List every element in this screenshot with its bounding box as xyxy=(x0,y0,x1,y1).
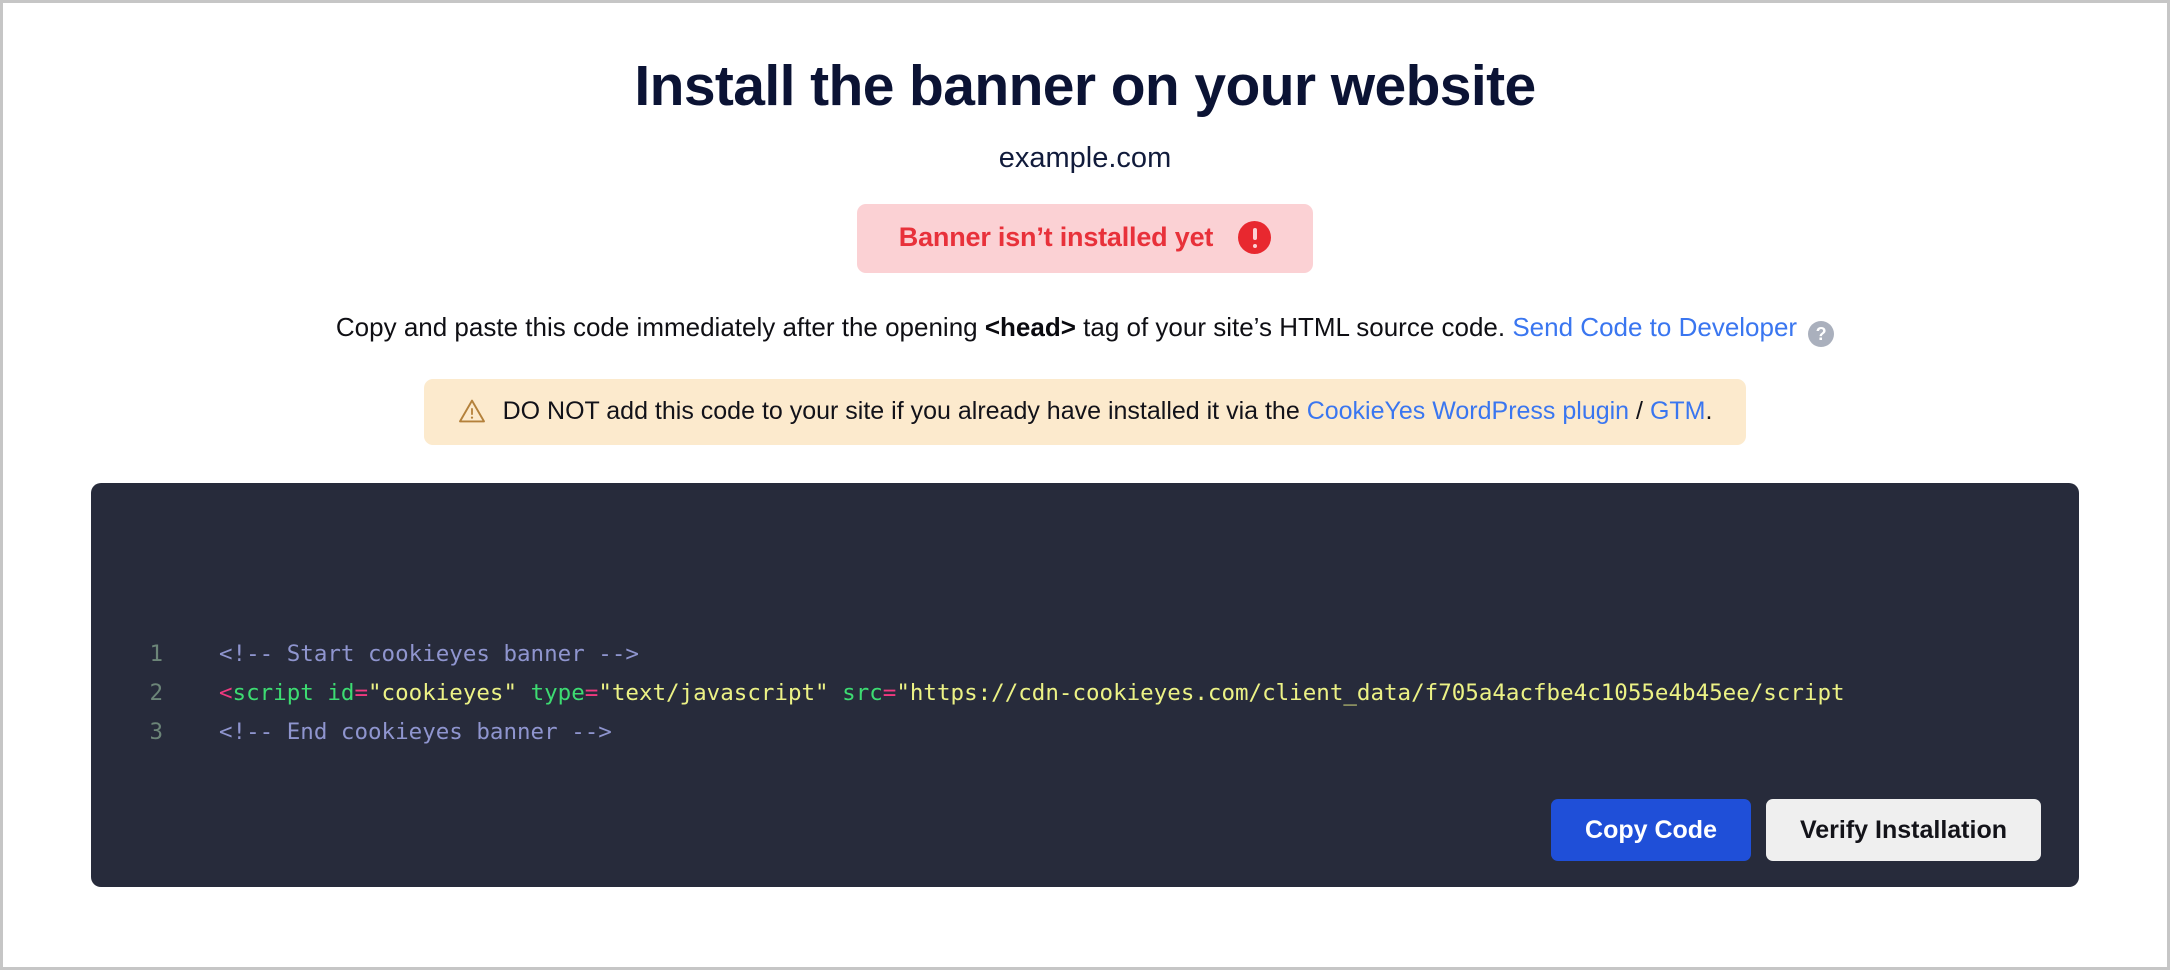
warning-text-after: . xyxy=(1705,396,1713,425)
site-domain: example.com xyxy=(998,141,1172,174)
code-line: 3 <!-- End cookieyes banner --> xyxy=(91,713,2079,752)
code-token-eq: = xyxy=(882,679,897,706)
warning-row: DO NOT add this code to your site if you… xyxy=(3,378,2167,445)
code-line: 2 <script id="cookieyes" type="text/javas… xyxy=(91,674,2079,713)
gtm-link[interactable]: GTM xyxy=(1650,397,1706,425)
instruction-suffix: tag of your site’s HTML source code. xyxy=(1075,311,1513,342)
code-token-attr: id xyxy=(327,679,355,706)
code-token-string: "cookieyes" xyxy=(368,679,518,706)
warning-triangle-icon xyxy=(458,398,486,424)
code-line-text: <script id="cookieyes" type="text/javasc… xyxy=(219,680,1845,706)
warning-text-before: DO NOT add this code to your site if you… xyxy=(502,396,1307,425)
code-line-number: 3 xyxy=(149,718,163,745)
cookieyes-wordpress-plugin-link[interactable]: CookieYes WordPress plugin xyxy=(1307,397,1629,425)
page-title: Install the banner on your website xyxy=(634,54,1536,118)
status-badge: Banner isn’t installed yet xyxy=(856,203,1314,273)
code-token-string: "text/javascript" xyxy=(598,679,829,706)
code-token-attr: src xyxy=(842,679,883,706)
send-code-to-developer-link[interactable]: Send Code to Developer xyxy=(1512,312,1797,342)
code-token-string: "https://cdn-cookieyes.com/client_data/f… xyxy=(896,679,1845,706)
status-badge-label: Banner isn’t installed yet xyxy=(898,221,1214,252)
code-line-text: <!-- Start cookieyes banner --> xyxy=(219,641,639,667)
code-token-tag: script xyxy=(232,679,314,706)
code-lines: 1 <!-- Start cookieyes banner --> 2 <script… xyxy=(91,635,2079,752)
code-token-comment: <!-- Start cookieyes banner --> xyxy=(219,640,639,667)
code-line-number: 1 xyxy=(149,640,163,667)
warning-separator: / xyxy=(1629,396,1650,425)
instruction-text: Copy and paste this code immediately aft… xyxy=(3,311,2167,347)
code-line: 1 <!-- Start cookieyes banner --> xyxy=(91,635,2079,674)
code-actions: Copy Code Verify Installation xyxy=(1551,798,2041,861)
warning-banner: DO NOT add this code to your site if you… xyxy=(423,378,1747,445)
code-block[interactable]: 1 <!-- Start cookieyes banner --> 2 <script… xyxy=(91,482,2079,887)
verify-installation-button[interactable]: Verify Installation xyxy=(1765,798,2041,861)
code-token-eq: = xyxy=(354,679,369,706)
code-token-attr: type xyxy=(530,679,585,706)
copy-code-button[interactable]: Copy Code xyxy=(1551,798,1751,861)
help-icon[interactable]: ? xyxy=(1808,320,1835,347)
code-token-punct: < xyxy=(219,679,233,706)
code-token-comment: <!-- End cookieyes banner --> xyxy=(219,718,612,745)
alert-circle-icon xyxy=(1238,220,1272,254)
page-frame: Install the banner on your website examp… xyxy=(0,0,2170,970)
page-content: Install the banner on your website examp… xyxy=(3,3,2167,967)
head-tag-emphasis: <head> xyxy=(984,311,1076,342)
code-line-text: <!-- End cookieyes banner --> xyxy=(219,719,612,745)
status-badge-row: Banner isn’t installed yet xyxy=(3,203,2167,273)
code-line-number: 2 xyxy=(149,679,163,706)
instruction-prefix: Copy and paste this code immediately aft… xyxy=(335,311,985,342)
warning-banner-text: DO NOT add this code to your site if you… xyxy=(503,396,1713,426)
code-token-eq: = xyxy=(584,679,599,706)
